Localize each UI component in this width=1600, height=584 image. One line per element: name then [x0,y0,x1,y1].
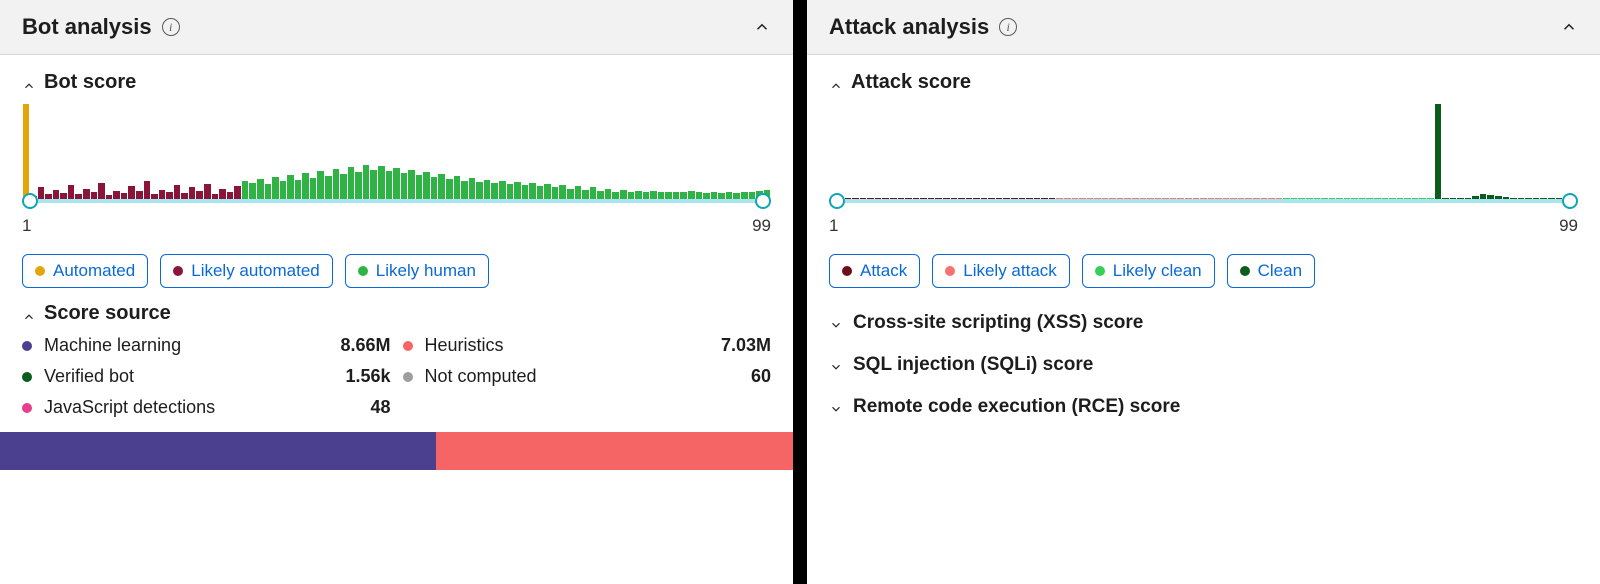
legend-dot-icon [842,266,852,276]
bot-panel-title: Bot analysis [22,14,152,40]
source-value: 8.66M [340,335,390,356]
bot-panel-header[interactable]: Bot analysis i [0,0,793,55]
legend-label: Clean [1258,261,1302,281]
slider-min: 1 [829,216,838,236]
score-source-stackbar [0,432,793,470]
source-dot-icon [403,372,413,382]
collapsed-section-label: SQL injection (SQLi) score [853,354,1093,376]
chart-bar [1435,104,1442,200]
legend-dot-icon [1095,266,1105,276]
legend-chip[interactable]: Likely human [345,254,489,288]
legend-dot-icon [173,266,183,276]
chevron-down-icon [829,400,843,414]
collapsed-section-toggle[interactable]: Remote code execution (RCE) score [829,386,1578,428]
info-icon[interactable]: i [999,18,1017,36]
collapsed-section-toggle[interactable]: SQL injection (SQLi) score [829,344,1578,386]
source-label: Not computed [425,366,709,387]
source-dot-icon [22,341,32,351]
bot-score-slider[interactable] [22,196,771,206]
legend-dot-icon [35,266,45,276]
legend-dot-icon [358,266,368,276]
source-value: 7.03M [721,335,771,356]
collapsed-sections: Cross-site scripting (XSS) score SQL inje… [829,302,1578,428]
legend-label: Likely automated [191,261,320,281]
slider-min: 1 [22,216,31,236]
bot-score-section-toggle[interactable]: Bot score [22,71,771,94]
attack-score-section-toggle[interactable]: Attack score [829,71,1578,94]
legend-chip[interactable]: Likely automated [160,254,333,288]
bot-analysis-panel: Bot analysis i Bot score 1 99 Automated L… [0,0,793,584]
legend-label: Automated [53,261,135,281]
legend-chip[interactable]: Attack [829,254,920,288]
collapsed-section-label: Cross-site scripting (XSS) score [853,312,1143,334]
legend-dot-icon [1240,266,1250,276]
chevron-up-icon [22,76,36,90]
chevron-up-icon[interactable] [1560,18,1578,36]
slider-max: 99 [752,216,771,236]
collapsed-section-label: Remote code execution (RCE) score [853,396,1180,418]
legend-chip[interactable]: Clean [1227,254,1315,288]
source-value: 1.56k [340,366,390,387]
bot-score-title: Bot score [44,71,136,94]
legend-chip[interactable]: Automated [22,254,148,288]
attack-score-title: Attack score [851,71,971,94]
chart-bar [23,104,30,200]
legend-chip[interactable]: Likely clean [1082,254,1215,288]
chart-bar [348,167,355,200]
attack-legend: Attack Likely attack Likely clean Clean [829,254,1578,288]
source-label: Machine learning [44,335,328,356]
chevron-down-icon [829,316,843,330]
chevron-up-icon[interactable] [753,18,771,36]
stack-segment[interactable] [0,432,436,470]
score-source-grid: Machine learning 8.66M Heuristics 7.03M Veri… [22,335,771,418]
legend-label: Likely human [376,261,476,281]
bot-score-chart [22,104,771,200]
chevron-up-icon [829,76,843,90]
chart-bar [363,165,370,200]
attack-panel-header[interactable]: Attack analysis i [807,0,1600,55]
source-label: JavaScript detections [44,397,328,418]
source-dot-icon [403,341,413,351]
source-label: Heuristics [425,335,709,356]
bot-panel-body: Bot score 1 99 Automated Likely automated… [0,55,793,470]
chevron-down-icon [829,358,843,372]
slider-max: 99 [1559,216,1578,236]
source-label: Verified bot [44,366,328,387]
source-value: 48 [340,397,390,418]
score-source-toggle[interactable]: Score source [22,302,771,325]
attack-score-slider[interactable] [829,196,1578,206]
source-dot-icon [22,403,32,413]
attack-score-chart [829,104,1578,200]
chart-bar [378,166,385,200]
legend-label: Likely attack [963,261,1057,281]
attack-panel-body: Attack score 1 99 Attack Likely attack Lik… [807,55,1600,428]
attack-analysis-panel: Attack analysis i Attack score 1 99 Atta… [807,0,1600,584]
attack-panel-title: Attack analysis [829,14,989,40]
source-value: 60 [721,366,771,387]
legend-label: Attack [860,261,907,281]
bot-legend: Automated Likely automated Likely human [22,254,771,288]
legend-chip[interactable]: Likely attack [932,254,1070,288]
chevron-up-icon [22,307,36,321]
legend-dot-icon [945,266,955,276]
stack-segment[interactable] [436,432,793,470]
score-source-title: Score source [44,302,171,325]
info-icon[interactable]: i [162,18,180,36]
collapsed-section-toggle[interactable]: Cross-site scripting (XSS) score [829,302,1578,344]
legend-label: Likely clean [1113,261,1202,281]
source-dot-icon [22,372,32,382]
